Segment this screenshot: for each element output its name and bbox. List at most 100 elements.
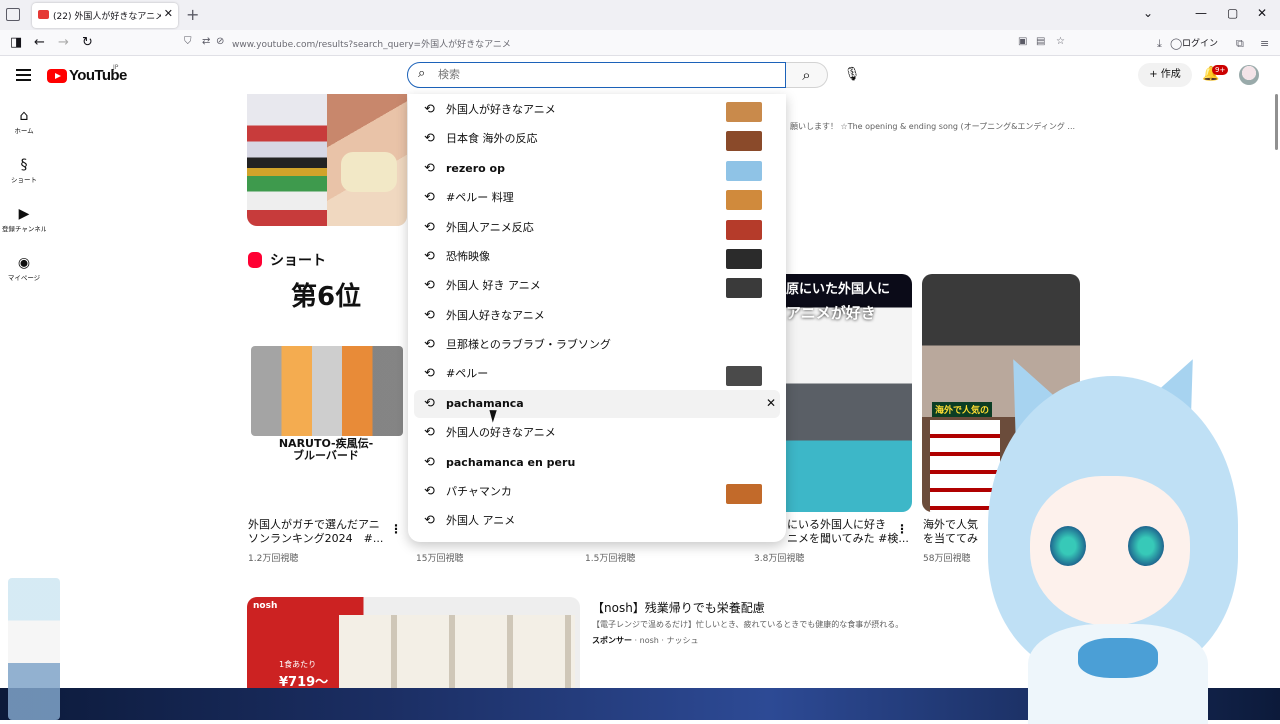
reload-icon[interactable]: ↻	[82, 34, 93, 52]
address-bar[interactable]: ⛉ ⇄ ⊘ www.youtube.com/results?search_que…	[176, 33, 1074, 53]
suggestion-text: rezero op	[446, 162, 505, 175]
short-overlay-text: 原にいた外国人に	[786, 282, 891, 297]
suggestion-item[interactable]: ⟲ 外国人アニメ反応	[414, 214, 780, 242]
tab-overflow-icon[interactable]: ⌄	[1143, 6, 1153, 20]
more-actions-icon[interactable]: ⋮	[390, 522, 402, 536]
extensions-icon[interactable]: ⧉	[1236, 37, 1244, 51]
suggestion-thumbnail	[726, 278, 762, 298]
shield-icon[interactable]: ⛉	[184, 36, 192, 47]
history-icon: ⟲	[424, 190, 435, 205]
page-scrollbar[interactable]	[1275, 94, 1278, 150]
short-overlay-rank: 第6位	[291, 282, 362, 312]
suggestion-text: 外国人 好き アニメ	[446, 279, 541, 292]
suggestion-item[interactable]: ⟲ #ペルー 料理	[414, 184, 780, 212]
voice-search-button[interactable]: 🎙	[840, 62, 864, 88]
create-button[interactable]: + 作成	[1138, 63, 1192, 87]
suggestion-thumbnail	[726, 366, 762, 386]
suggestion-item[interactable]: ⟲ パチャマンカ	[414, 478, 780, 506]
short-views: 15万回視聴	[416, 554, 464, 564]
suggestion-text: 外国人 アニメ	[446, 514, 516, 527]
picture-in-picture-icon[interactable]: ▣	[1018, 36, 1027, 47]
suggestion-text: 恐怖映像	[446, 250, 490, 263]
suggestion-text: pachamanca	[446, 397, 524, 410]
history-icon: ⟲	[424, 308, 435, 323]
search-button[interactable]: ⌕	[786, 62, 828, 88]
microphone-icon: 🎙	[843, 67, 861, 82]
account-icon[interactable]: ◯	[1170, 37, 1182, 50]
ad-thumb-brand: nosh	[253, 601, 278, 611]
reader-view-icon[interactable]: ▤	[1036, 36, 1045, 47]
tab-title: (22) 外国人が好きなアニメ - YouTube	[53, 12, 161, 22]
sidebar-toggle-icon[interactable]: ◨	[10, 34, 22, 52]
new-tab-button[interactable]: +	[186, 5, 199, 24]
suggestion-item[interactable]: ⟲ rezero op	[414, 155, 780, 183]
thumbnail-detail	[341, 152, 397, 192]
video-thumbnail[interactable]	[247, 94, 407, 226]
suggestion-item[interactable]: ⟲ 旦那様とのラブラブ・ラブソング	[414, 331, 780, 359]
history-icon: ⟲	[424, 131, 435, 146]
bookmark-star-icon[interactable]: ☆	[1056, 36, 1065, 47]
title-line: ニメを聞いてみた #検...	[787, 532, 909, 545]
history-icon: ⟲	[424, 484, 435, 499]
close-tab-icon[interactable]: ✕	[164, 7, 173, 20]
more-actions-icon[interactable]: ⋮	[896, 522, 908, 536]
permissions-icon[interactable]: ⇄	[202, 36, 210, 47]
download-icon[interactable]: ⤓	[1157, 37, 1162, 51]
guide-item-subscriptions[interactable]: ▶ 登録チャンネル	[0, 205, 48, 233]
ad-thumbnail[interactable]: nosh 1食あたり ¥719〜	[247, 597, 580, 688]
title-line: ソンランキング2024 #...	[248, 532, 384, 545]
suggestion-item[interactable]: ⟲ 外国人が好きなアニメ	[414, 96, 780, 124]
short-views: 3.8万回視聴	[754, 554, 805, 564]
guide-label: ショート	[11, 176, 37, 184]
suggestion-thumbnail	[726, 161, 762, 181]
login-button[interactable]: ログイン	[1182, 36, 1218, 49]
forward-icon[interactable]: →	[58, 34, 69, 52]
history-icon: ⟲	[424, 102, 435, 117]
menu-icon[interactable]: ≡	[1260, 37, 1269, 50]
shorts-icon: §	[20, 157, 28, 173]
caption-line: ブルーバード	[293, 449, 359, 462]
suggestion-thumbnail	[726, 102, 762, 122]
suggestion-item-hovered[interactable]: ⟲ pachamanca ✕	[414, 390, 780, 418]
suggestion-item[interactable]: ⟲ 外国人 アニメ	[414, 507, 780, 535]
guide-item-shorts[interactable]: § ショート	[0, 156, 48, 184]
youtube-logo[interactable]: YouTube JP	[47, 64, 137, 85]
tracking-icon[interactable]: ⊘	[216, 36, 224, 47]
search-icon: ⌕	[802, 66, 811, 84]
browser-tab-active[interactable]: (22) 外国人が好きなアニメ - YouTube ✕	[32, 3, 178, 28]
youtube-masthead: YouTube JP ⌕ ⌕ 🎙 + 作成 🔔 9+	[0, 56, 1280, 94]
suggestion-item[interactable]: ⟲ pachamanca en peru	[414, 449, 780, 477]
close-window-button[interactable]: ✕	[1257, 6, 1267, 20]
suggestion-item[interactable]: ⟲ 外国人好きなアニメ	[414, 302, 780, 330]
avatar-bow	[1078, 638, 1158, 678]
avatar[interactable]	[1239, 65, 1259, 85]
suggestion-item[interactable]: ⟲ 日本食 海外の反応	[414, 125, 780, 153]
search-input[interactable]	[438, 65, 738, 84]
ad-title[interactable]: 【nosh】残業帰りでも栄養配慮	[592, 599, 765, 616]
notification-count-badge: 9+	[1212, 65, 1229, 75]
suggestion-item[interactable]: ⟲ 外国人の好きなアニメ	[414, 419, 780, 447]
minimize-button[interactable]: —	[1195, 6, 1207, 20]
remove-suggestion-icon[interactable]: ✕	[766, 396, 776, 410]
tab-list-icon[interactable]	[6, 8, 20, 21]
guide-menu-icon[interactable]	[16, 69, 31, 81]
guide-item-home[interactable]: ⌂ ホーム	[0, 107, 48, 135]
pixel-character-overlay	[8, 578, 60, 720]
history-icon: ⟲	[424, 249, 435, 264]
search-box[interactable]: ⌕	[407, 62, 786, 88]
history-icon: ⟲	[424, 161, 435, 176]
suggestion-text: 外国人好きなアニメ	[446, 309, 545, 322]
back-icon[interactable]: ←	[34, 34, 45, 52]
short-card[interactable]: 第6位 NARUTO-疾風伝- ブルーバード	[247, 274, 405, 512]
guide-label: ホーム	[14, 127, 34, 135]
suggestion-item[interactable]: ⟲ 恐怖映像	[414, 243, 780, 271]
youtube-play-icon	[47, 69, 67, 83]
suggestion-thumbnail	[726, 484, 762, 504]
guide-item-you[interactable]: ◉ マイページ	[0, 254, 48, 282]
short-title[interactable]: 外国人がガチで選んだアニ ソンランキング2024 #...	[248, 518, 383, 546]
suggestion-item[interactable]: ⟲ #ペルー	[414, 360, 780, 388]
history-icon: ⟲	[424, 513, 435, 528]
suggestion-item[interactable]: ⟲ 外国人 好き アニメ	[414, 272, 780, 300]
short-title[interactable]: にいる外国人に好き ニメを聞いてみた #検...	[787, 518, 909, 546]
maximize-button[interactable]: ▢	[1227, 6, 1238, 20]
